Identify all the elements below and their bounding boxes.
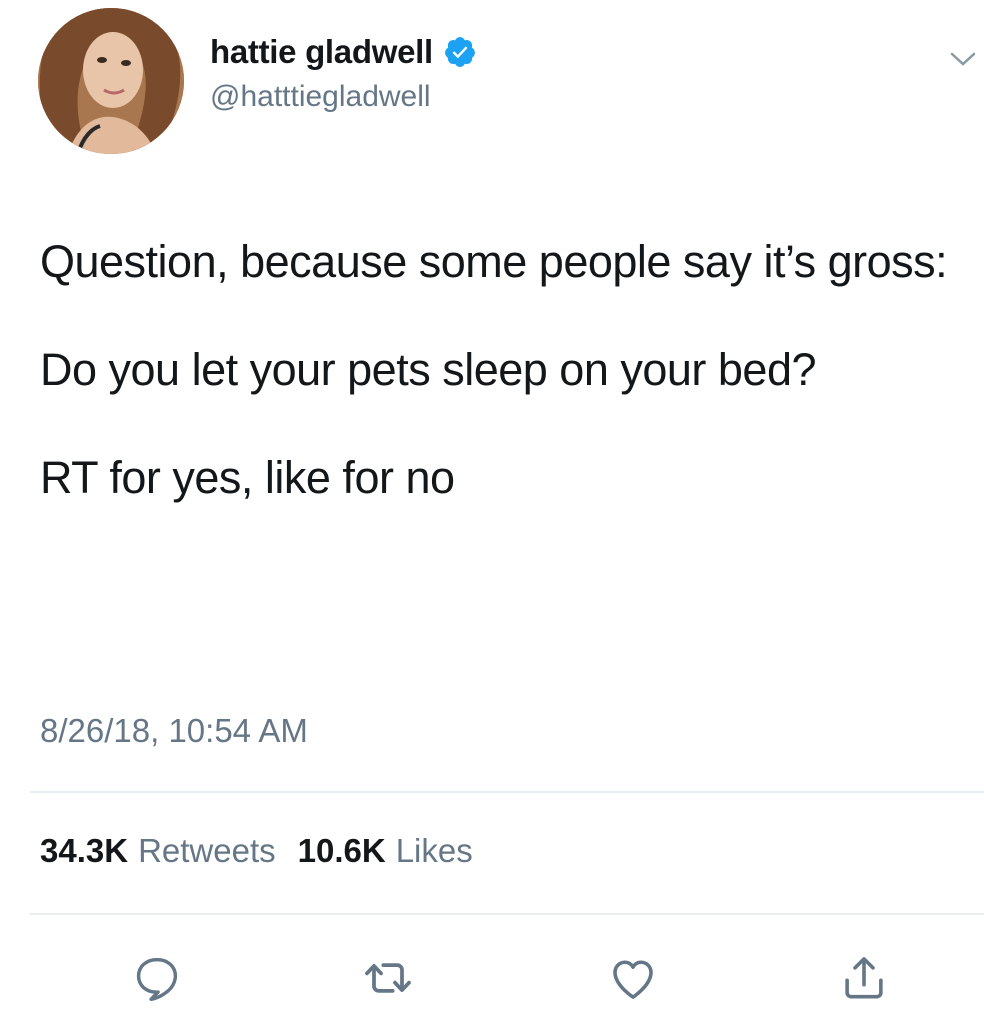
tweet-detail: hattie gladwell @hatttiegladwell Questio… <box>0 0 984 1024</box>
tweet-actions <box>0 940 984 1016</box>
divider <box>30 791 984 793</box>
tweet-paragraph: RT for yes, like for no <box>40 452 455 503</box>
tweet-stats: 34.3K Retweets 10.6K Likes <box>40 832 495 870</box>
user-names: hattie gladwell @hatttiegladwell <box>210 28 477 114</box>
retweets-count[interactable]: 34.3K <box>40 832 128 870</box>
likes-label[interactable]: Likes <box>396 832 473 870</box>
tweet-text: Question, because some people say it’s g… <box>40 218 970 542</box>
share-button[interactable] <box>834 948 894 1008</box>
chevron-down-icon[interactable] <box>948 44 978 74</box>
avatar[interactable] <box>38 8 184 154</box>
user-handle[interactable]: @hatttiegladwell <box>210 80 477 114</box>
tweet-timestamp[interactable]: 8/26/18, 10:54 AM <box>40 712 308 750</box>
retweets-label[interactable]: Retweets <box>138 832 276 870</box>
share-icon <box>845 957 883 999</box>
tweet-paragraph: Do you let your pets sleep on your bed? <box>40 344 817 395</box>
like-icon <box>613 960 653 999</box>
tweet-header: hattie gladwell @hatttiegladwell <box>38 8 978 158</box>
display-name-row: hattie gladwell <box>210 28 477 76</box>
verified-badge-icon <box>443 35 477 69</box>
reply-icon <box>136 957 178 1001</box>
divider <box>30 913 984 915</box>
retweet-icon <box>365 963 411 993</box>
like-button[interactable] <box>603 948 663 1008</box>
retweet-button[interactable] <box>358 948 418 1008</box>
reply-button[interactable] <box>127 948 187 1008</box>
likes-count[interactable]: 10.6K <box>298 832 386 870</box>
tweet-paragraph: Question, because some people say it’s g… <box>40 236 948 287</box>
avatar-photo <box>38 8 184 154</box>
display-name[interactable]: hattie gladwell <box>210 33 433 71</box>
